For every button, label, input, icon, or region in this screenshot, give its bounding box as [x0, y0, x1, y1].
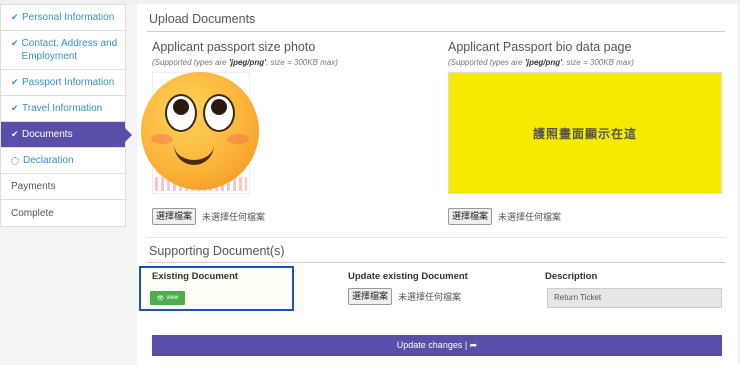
smile-mouth [174, 140, 214, 165]
right-blush [227, 134, 249, 144]
upload-documents-title: Upload Documents [149, 12, 256, 26]
main-panel: Upload Documents Applicant passport size… [137, 4, 737, 365]
loading-spinner-icon [11, 156, 19, 165]
sidebar-item-payments[interactable]: Payments [1, 174, 125, 200]
description-header: Description [545, 271, 598, 282]
sidebar-item-contact-address[interactable]: ✔ Contact, Address and Employment [1, 31, 125, 70]
view-label: view [166, 295, 179, 301]
sidebar-item-declaration[interactable]: Declaration [1, 148, 125, 174]
photo-choose-file-button[interactable]: 選擇檔案 [152, 208, 197, 225]
view-document-button[interactable]: 👁 view [150, 291, 185, 305]
divider [147, 262, 725, 263]
description-input[interactable]: Return Ticket [547, 288, 722, 308]
sidebar-item-label: Contact, Address and Employment [21, 38, 118, 62]
supporting-file-status: 未選擇任何檔案 [398, 292, 462, 302]
left-blush [151, 134, 173, 144]
bio-preview: 護照畫面顯示在這 [448, 72, 722, 194]
sidebar-item-personal-information[interactable]: ✔ Personal Information [1, 5, 125, 31]
bio-supported-types-note: (Supported types are 'jpeg/png', size = … [448, 58, 634, 67]
smiling-face-emoji-icon [141, 72, 259, 190]
bio-choose-file-button[interactable]: 選擇檔案 [448, 208, 493, 225]
check-icon: ✔ [11, 129, 19, 139]
left-eye [165, 94, 197, 132]
photo-file-status: 未選擇任何檔案 [202, 212, 266, 222]
bio-file-status: 未選擇任何檔案 [498, 212, 562, 222]
sidebar-item-label: Declaration [23, 155, 74, 166]
right-eye [203, 94, 235, 132]
sidebar-item-complete[interactable]: Complete [1, 200, 125, 226]
eye-icon: 👁 [156, 295, 165, 302]
photo-supported-types-note: (Supported types are 'jpeg/png', size = … [152, 58, 338, 67]
check-icon: ✔ [11, 77, 19, 87]
check-icon: ✔ [11, 12, 19, 22]
supporting-choose-file-button[interactable]: 選擇檔案 [348, 288, 393, 305]
divider [147, 237, 725, 238]
existing-document-header: Existing Document [152, 271, 239, 282]
sidebar-item-travel-information[interactable]: ✔ Travel Information [1, 96, 125, 122]
sidebar-item-label: Documents [22, 129, 73, 140]
sidebar-item-label: Complete [11, 207, 54, 219]
update-changes-button[interactable]: Update changes | ➦ [152, 335, 722, 356]
check-icon: ✔ [11, 103, 19, 113]
sidebar-item-documents[interactable]: ✔ Documents [1, 122, 132, 148]
photo-caption: Applicant passport size photo [152, 40, 316, 54]
divider [147, 31, 725, 32]
sidebar-nav: ✔ Personal Information ✔ Contact, Addres… [0, 4, 132, 227]
sidebar-item-label: Personal Information [22, 12, 115, 23]
sidebar-item-passport-information[interactable]: ✔ Passport Information [1, 70, 125, 96]
update-document-header: Update existing Document [348, 271, 468, 282]
bio-caption: Applicant Passport bio data page [448, 40, 632, 54]
check-icon: ✔ [11, 38, 19, 48]
supporting-documents-title: Supporting Document(s) [149, 244, 285, 258]
sidebar-item-label: Travel Information [22, 103, 103, 114]
sidebar-item-label: Passport Information [22, 77, 115, 88]
sidebar-item-label: Payments [11, 181, 56, 192]
